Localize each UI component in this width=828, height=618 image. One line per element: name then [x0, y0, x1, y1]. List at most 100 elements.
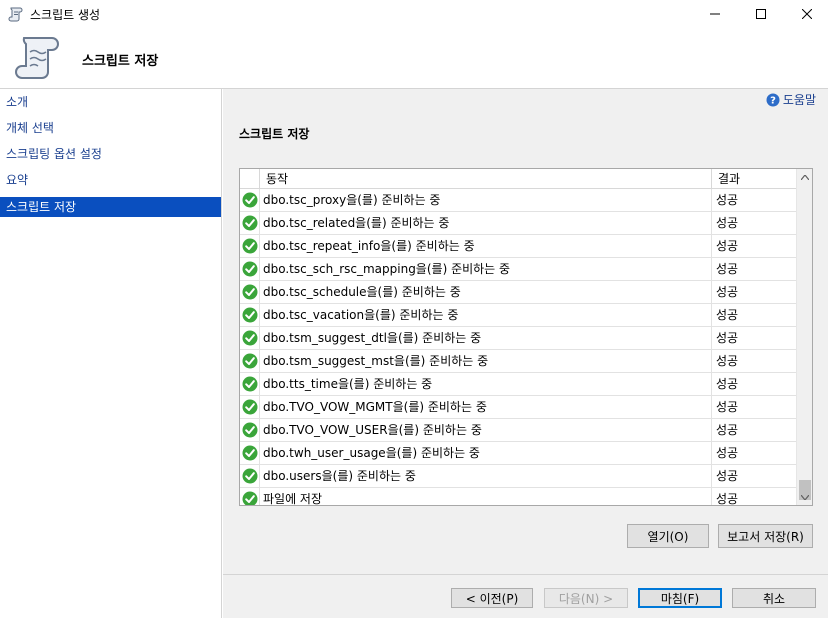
row-status-cell [240, 442, 260, 464]
page-heading: 스크립트 저장 [82, 54, 159, 69]
table-row[interactable]: dbo.tsc_proxy을(를) 준비하는 중 성공 [240, 189, 797, 212]
table-row[interactable]: dbo.tsc_repeat_info을(를) 준비하는 중 성공 [240, 235, 797, 258]
column-header-action[interactable]: 동작 [260, 169, 712, 189]
close-button[interactable] [784, 0, 828, 28]
row-action: dbo.tsc_proxy을(를) 준비하는 중 [260, 189, 712, 211]
table-row[interactable]: 파일에 저장 성공 [240, 488, 797, 505]
row-status-cell [240, 488, 260, 505]
row-status-cell [240, 281, 260, 303]
row-action: dbo.TVO_VOW_MGMT을(를) 준비하는 중 [260, 396, 712, 418]
nav-item-select-objects[interactable]: 개체 선택 [0, 118, 221, 138]
maximize-button[interactable] [738, 0, 784, 28]
row-action: dbo.tsm_suggest_mst을(를) 준비하는 중 [260, 350, 712, 372]
chevron-down-icon [801, 494, 809, 500]
success-check-icon [242, 192, 257, 208]
grid-header: 동작 결과 [240, 169, 797, 189]
row-result: 성공 [712, 442, 797, 464]
window-title: 스크립트 생성 [30, 8, 101, 22]
row-action: dbo.twh_user_usage을(를) 준비하는 중 [260, 442, 712, 464]
row-result: 성공 [712, 304, 797, 326]
section-title: 스크립트 저장 [239, 127, 310, 141]
svg-text:?: ? [770, 95, 776, 106]
row-result: 성공 [712, 189, 797, 211]
row-status-cell [240, 304, 260, 326]
row-status-cell [240, 465, 260, 487]
success-check-icon [242, 445, 257, 461]
row-status-cell [240, 258, 260, 280]
prev-button[interactable]: < 이전(P) [451, 588, 533, 608]
scroll-icon [8, 7, 23, 22]
row-status-cell [240, 419, 260, 441]
nav-item-save-scripts[interactable]: 스크립트 저장 [0, 197, 221, 217]
table-row[interactable]: dbo.twh_user_usage을(를) 준비하는 중 성공 [240, 442, 797, 465]
row-status-cell [240, 350, 260, 372]
success-check-icon [242, 330, 257, 346]
row-result: 성공 [712, 373, 797, 395]
row-status-cell [240, 212, 260, 234]
help-icon: ? [766, 93, 780, 106]
table-row[interactable]: dbo.tsm_suggest_dtl을(를) 준비하는 중 성공 [240, 327, 797, 350]
next-button[interactable]: 다음(N) > [544, 588, 628, 608]
results-grid[interactable]: 동작 결과 dbo.tsc_proxy을(를) 준비하는 중 성공 dbo.tsc_… [239, 168, 813, 506]
scroll-up-button[interactable] [797, 169, 812, 185]
row-result: 성공 [712, 235, 797, 257]
scroll-down-button[interactable] [797, 489, 812, 505]
row-result: 성공 [712, 396, 797, 418]
row-result: 성공 [712, 465, 797, 487]
table-row[interactable]: dbo.tsc_related을(를) 준비하는 중 성공 [240, 212, 797, 235]
finish-button[interactable]: 마침(F) [638, 588, 722, 608]
success-check-icon [242, 376, 257, 392]
row-status-cell [240, 396, 260, 418]
table-row[interactable]: dbo.tsc_vacation을(를) 준비하는 중 성공 [240, 304, 797, 327]
row-result: 성공 [712, 350, 797, 372]
maximize-icon [756, 9, 766, 19]
table-row[interactable]: dbo.users을(를) 준비하는 중 성공 [240, 465, 797, 488]
row-result: 성공 [712, 258, 797, 280]
row-action: 파일에 저장 [260, 488, 712, 505]
cancel-button[interactable]: 취소 [732, 588, 816, 608]
row-result: 성공 [712, 419, 797, 441]
row-result: 성공 [712, 488, 797, 505]
success-check-icon [242, 307, 257, 323]
main-content: ? 도움말 스크립트 저장 동작 결과 dbo.tsc_proxy을(를) 준비… [223, 89, 828, 618]
row-action: dbo.tsm_suggest_dtl을(를) 준비하는 중 [260, 327, 712, 349]
header-icon-cell [240, 169, 260, 189]
save-report-button[interactable]: 보고서 저장(R) [718, 524, 813, 548]
row-action: dbo.tsc_repeat_info을(를) 준비하는 중 [260, 235, 712, 257]
table-row[interactable]: dbo.tsc_schedule을(를) 준비하는 중 성공 [240, 281, 797, 304]
row-action: dbo.tsc_schedule을(를) 준비하는 중 [260, 281, 712, 303]
row-result: 성공 [712, 212, 797, 234]
success-check-icon [242, 284, 257, 300]
success-check-icon [242, 353, 257, 369]
table-row[interactable]: dbo.tsc_sch_rsc_mapping을(를) 준비하는 중 성공 [240, 258, 797, 281]
table-row[interactable]: dbo.TVO_VOW_MGMT을(를) 준비하는 중 성공 [240, 396, 797, 419]
scroll-icon [15, 37, 59, 79]
success-check-icon [242, 491, 257, 505]
success-check-icon [242, 422, 257, 438]
row-status-cell [240, 235, 260, 257]
help-link[interactable]: ? 도움말 [766, 91, 816, 108]
minimize-button[interactable] [692, 0, 738, 28]
title-bar: 스크립트 생성 [0, 0, 828, 28]
success-check-icon [242, 468, 257, 484]
nav-item-summary[interactable]: 요약 [0, 170, 221, 190]
table-row[interactable]: dbo.tsm_suggest_mst을(를) 준비하는 중 성공 [240, 350, 797, 373]
row-action: dbo.tts_time을(를) 준비하는 중 [260, 373, 712, 395]
divider [223, 574, 828, 575]
row-status-cell [240, 189, 260, 211]
column-header-result[interactable]: 결과 [712, 169, 797, 189]
header-banner: 스크립트 저장 [0, 28, 828, 88]
wizard-nav: 소개 개체 선택 스크립팅 옵션 설정 요약 스크립트 저장 [0, 89, 222, 618]
row-action: dbo.tsc_sch_rsc_mapping을(를) 준비하는 중 [260, 258, 712, 280]
open-button[interactable]: 열기(O) [627, 524, 709, 548]
row-action: dbo.tsc_related을(를) 준비하는 중 [260, 212, 712, 234]
success-check-icon [242, 215, 257, 231]
row-status-cell [240, 327, 260, 349]
nav-item-intro[interactable]: 소개 [0, 92, 221, 112]
table-row[interactable]: dbo.TVO_VOW_USER을(를) 준비하는 중 성공 [240, 419, 797, 442]
row-result: 성공 [712, 281, 797, 303]
success-check-icon [242, 261, 257, 277]
nav-item-scripting-options[interactable]: 스크립팅 옵션 설정 [0, 144, 221, 164]
table-row[interactable]: dbo.tts_time을(를) 준비하는 중 성공 [240, 373, 797, 396]
vertical-scrollbar[interactable] [796, 169, 812, 505]
